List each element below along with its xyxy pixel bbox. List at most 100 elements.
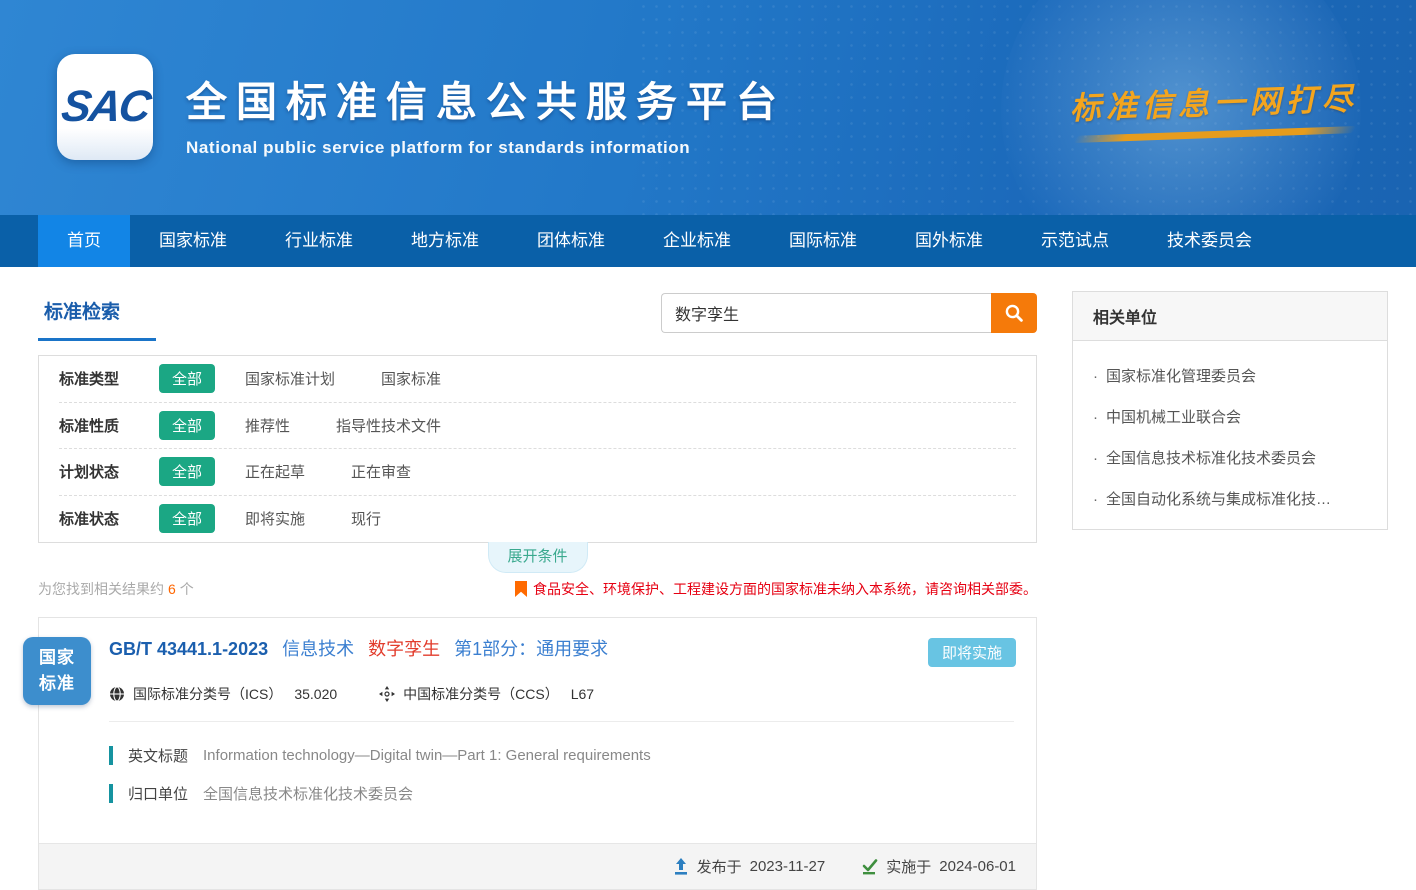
filter-box: 标准类型 全部 国家标准计划 国家标准 标准性质 全部 推荐性 指导性技术文件 … [38,355,1037,543]
implemented-date: 2024-06-01 [939,858,1016,875]
ics-label: 国际标准分类号（ICS） [133,684,282,704]
filter-options: 即将实施 现行 [245,508,381,529]
results-summary-suffix: 个 [180,581,194,597]
card-meta-row: 国际标准分类号（ICS） 35.020 [109,684,1014,722]
committee-label: 归口单位 [128,783,188,804]
search-button[interactable] [991,293,1037,333]
committee-row: 归口单位 全国信息技术标准化技术委员会 [109,783,1016,804]
filter-option[interactable]: 即将实施 [245,508,305,529]
related-unit-link[interactable]: 全国自动化系统与集成标准化技… [1073,468,1387,509]
filter-label: 标准类型 [59,368,159,389]
filter-label: 标准状态 [59,508,159,529]
nav-item-technical-committee[interactable]: 技术委员会 [1138,215,1281,267]
results-summary: 为您找到相关结果约6个 [38,579,194,599]
teal-bar [109,746,113,765]
filter-row-standard-status: 标准状态 全部 即将实施 现行 [59,496,1016,543]
search-icon [1003,302,1025,324]
nav-item-home[interactable]: 首页 [38,215,130,267]
filter-option[interactable]: 国家标准计划 [245,368,335,389]
filter-row-standard-type: 标准类型 全部 国家标准计划 国家标准 [59,356,1016,403]
bookmark-icon [515,581,527,597]
filter-all-badge[interactable]: 全部 [159,364,215,393]
committee-value: 全国信息技术标准化技术委员会 [203,783,413,804]
related-units-list: 国家标准化管理委员会 中国机械工业联合会 全国信息技术标准化技术委员会 全国自动… [1073,341,1387,529]
results-line: 为您找到相关结果约6个 食品安全、环境保护、工程建设方面的国家标准未纳入本系统，… [38,579,1037,599]
filter-label: 标准性质 [59,415,159,436]
card-footer: 发布于 2023-11-27 实施于 2024-06-01 [39,843,1036,889]
site-header: SAC 全国标准信息公共服务平台 National public service… [0,0,1416,215]
standard-title-link[interactable]: GB/T 43441.1-2023 信息技术 数字孪生 第1部分：通用要求 [109,638,608,661]
filter-option[interactable]: 指导性技术文件 [336,415,441,436]
filter-option[interactable]: 现行 [351,508,381,529]
filter-all-badge[interactable]: 全部 [159,457,215,486]
results-summary-prefix: 为您找到相关结果约 [38,581,164,597]
related-units-title: 相关单位 [1073,292,1387,341]
site-subtitle: National public service platform for sta… [186,138,786,158]
published-date-item: 发布于 2023-11-27 [673,856,826,877]
filter-row-standard-nature: 标准性质 全部 推荐性 指导性技术文件 [59,403,1016,450]
search-group [661,293,1037,333]
badge-line1: 国家 [39,645,75,671]
nav-item-national-standards[interactable]: 国家标准 [130,215,256,267]
filter-options: 正在起草 正在审查 [245,461,411,482]
filter-options: 国家标准计划 国家标准 [245,368,441,389]
standard-title-part1: 信息技术 [282,639,354,659]
main-nav: 首页 国家标准 行业标准 地方标准 团体标准 企业标准 国际标准 国外标准 示范… [0,215,1416,267]
card-head: GB/T 43441.1-2023 信息技术 数字孪生 第1部分：通用要求 即将… [39,618,1036,722]
english-title-row: 英文标题 Information technology—Digital twin… [109,745,1016,766]
ics-value: 35.020 [294,686,337,702]
filter-option[interactable]: 正在审查 [351,461,411,482]
tab-standard-search[interactable]: 标准检索 [38,291,156,341]
filter-row-plan-status: 计划状态 全部 正在起草 正在审查 [59,449,1016,496]
nav-item-pilot[interactable]: 示范试点 [1012,215,1138,267]
related-unit-link[interactable]: 中国机械工业联合会 [1073,386,1387,427]
filter-option[interactable]: 正在起草 [245,461,305,482]
brand-block: 全国标准信息公共服务平台 National public service pla… [186,68,786,158]
globe-icon [109,686,125,702]
ccs-value: L67 [571,686,594,702]
implemented-date-item: 实施于 2024-06-01 [861,856,1016,877]
related-unit-link[interactable]: 全国信息技术标准化技术委员会 [1073,427,1387,468]
compass-arrows-icon [379,686,395,702]
filter-options: 推荐性 指导性技术文件 [245,415,441,436]
results-count: 6 [168,581,176,597]
search-section: 标准检索 [38,291,1037,341]
nav-item-local-standards[interactable]: 地方标准 [382,215,508,267]
related-unit-link[interactable]: 国家标准化管理委员会 [1073,345,1387,386]
site-title: 全国标准信息公共服务平台 [186,68,786,128]
national-standard-badge: 国家 标准 [23,637,91,705]
published-label: 发布于 [697,856,742,877]
sac-logo-text: SAC [58,82,152,132]
status-badge: 即将实施 [928,638,1016,667]
card-title-row: GB/T 43441.1-2023 信息技术 数字孪生 第1部分：通用要求 即将… [109,638,1016,667]
filter-label: 计划状态 [59,461,159,482]
standard-result-card: 国家 标准 GB/T 43441.1-2023 信息技术 数字孪生 第1部分：通… [38,617,1037,890]
nav-item-enterprise-standards[interactable]: 企业标准 [634,215,760,267]
teal-bar [109,784,113,803]
related-units-panel: 相关单位 国家标准化管理委员会 中国机械工业联合会 全国信息技术标准化技术委员会… [1072,291,1388,530]
filter-option[interactable]: 国家标准 [381,368,441,389]
nav-item-foreign-standards[interactable]: 国外标准 [886,215,1012,267]
content-area: 标准检索 标准类型 全部 国家标准计划 [38,291,1388,890]
implemented-label: 实施于 [886,856,931,877]
filter-all-badge[interactable]: 全部 [159,504,215,533]
english-title-value: Information technology—Digital twin—Part… [203,747,651,764]
filter-all-badge[interactable]: 全部 [159,411,215,440]
check-icon [861,858,878,875]
notice-text: 食品安全、环境保护、工程建设方面的国家标准未纳入本系统，请咨询相关部委。 [533,579,1037,599]
search-input[interactable] [661,293,991,333]
badge-line2: 标准 [39,671,75,697]
nav-item-industry-standards[interactable]: 行业标准 [256,215,382,267]
nav-item-group-standards[interactable]: 团体标准 [508,215,634,267]
slogan-block: 标准信息一网打尽 [1069,73,1359,143]
card-detail-rows: 英文标题 Information technology—Digital twin… [39,722,1036,829]
expand-conditions-button[interactable]: 展开条件 [488,542,588,573]
ccs-label: 中国标准分类号（CCS） [403,684,559,704]
ics-meta: 国际标准分类号（ICS） 35.020 [109,684,337,704]
main-column: 标准检索 标准类型 全部 国家标准计划 [38,291,1037,890]
filter-option[interactable]: 推荐性 [245,415,290,436]
ccs-meta: 中国标准分类号（CCS） L67 [379,684,594,704]
sac-logo[interactable]: SAC [57,54,153,160]
published-date: 2023-11-27 [750,858,826,875]
nav-item-international-standards[interactable]: 国际标准 [760,215,886,267]
